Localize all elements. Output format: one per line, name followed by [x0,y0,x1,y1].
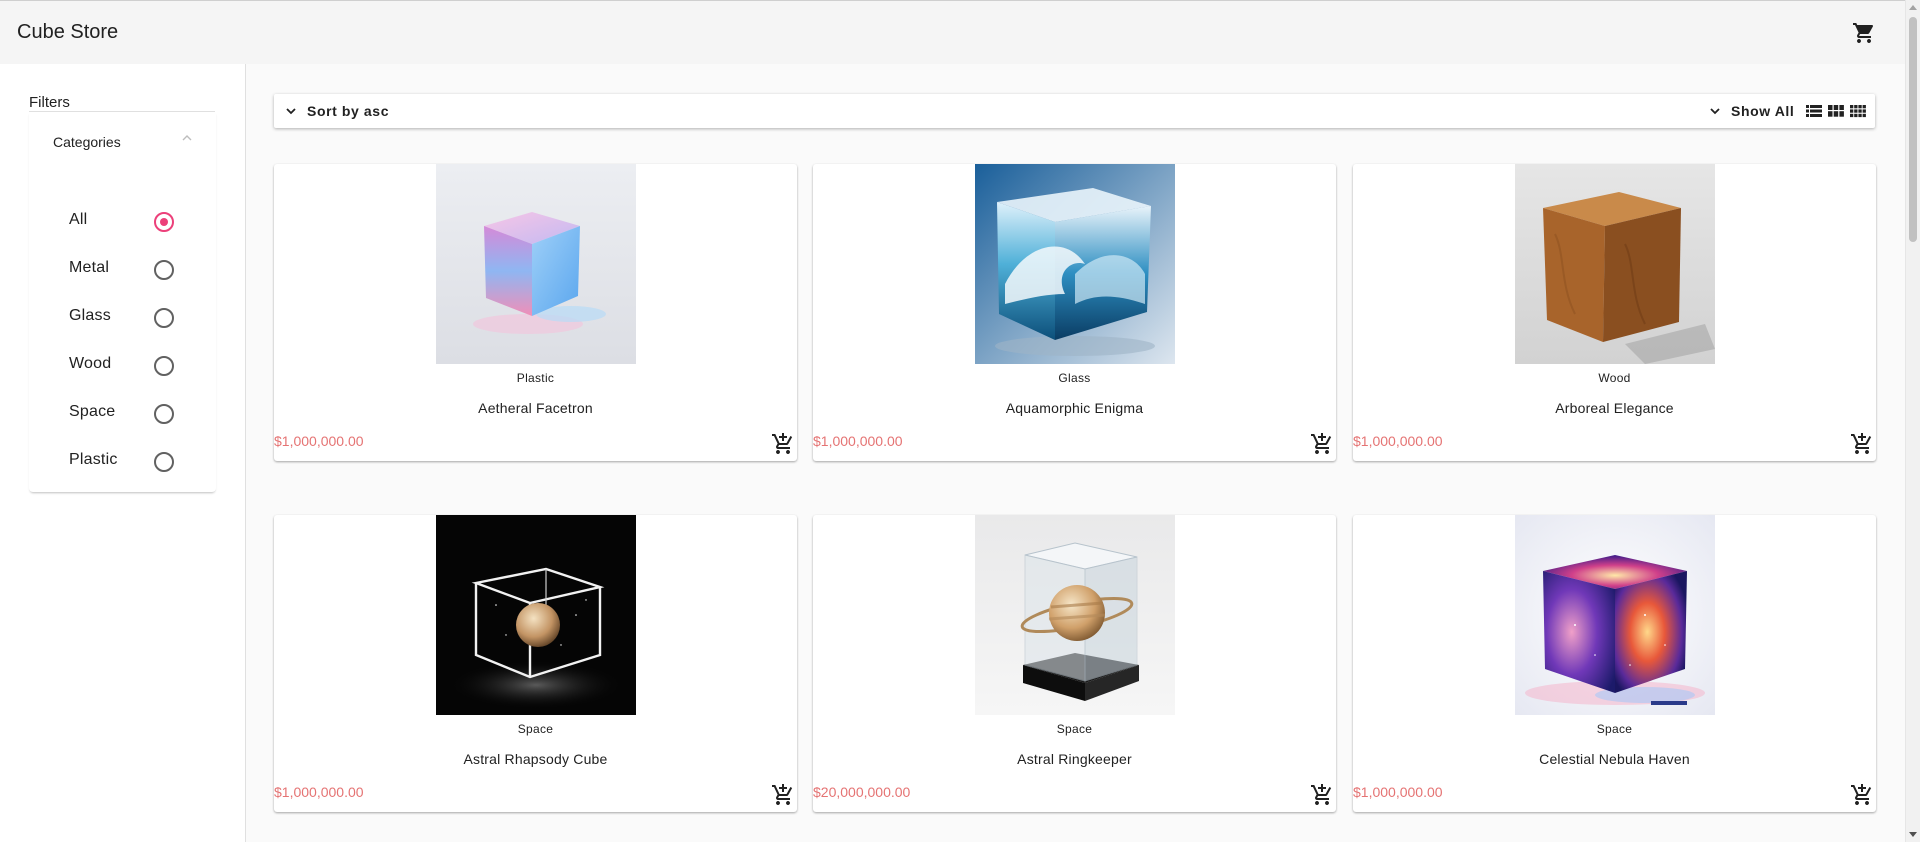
scroll-down-arrow-icon[interactable] [1909,832,1917,837]
scrollbar-thumb[interactable] [1909,17,1917,242]
add-shopping-cart-icon[interactable] [1310,783,1334,807]
view-list-icon[interactable] [1805,102,1823,120]
product-name[interactable]: Astral Ringkeeper [813,751,1336,767]
product-category: Plastic [516,371,555,385]
categories-panel: Categories All Metal Glass Wood Space Pl… [29,112,216,492]
app-bar: Cube Store [0,0,1905,64]
product-image[interactable] [975,164,1175,364]
sidebar: Filters Categories All Metal Glass Wood … [0,64,246,842]
product-card[interactable]: Space Astral Rhapsody Cube $1,000,000.00 [274,515,797,812]
category-label: All [69,211,88,228]
product-name[interactable]: Aetheral Facetron [274,400,797,416]
product-price: $1,000,000.00 [274,433,364,449]
product-price: $20,000,000.00 [813,784,911,800]
product-name[interactable]: Celestial Nebula Haven [1353,751,1876,767]
product-card[interactable]: Wood Arboreal Elegance $1,000,000.00 [1353,164,1876,461]
show-all-label: Show All [1731,103,1795,119]
product-card[interactable]: Space Astral Ringkeeper $20,000,000.00 [813,515,1336,812]
product-category: Glass [1058,371,1091,385]
view-comfy-icon[interactable] [1849,102,1867,120]
product-category: Space [1596,722,1633,736]
product-price: $1,000,000.00 [1353,433,1443,449]
category-label: Space [69,403,116,420]
product-card[interactable]: Plastic Aetheral Facetron $1,000,000.00 [274,164,797,461]
product-category: Space [517,722,554,736]
product-image[interactable] [436,515,636,715]
product-name[interactable]: Arboreal Elegance [1353,400,1876,416]
category-label: Glass [69,307,111,324]
product-name[interactable]: Aquamorphic Enigma [813,400,1336,416]
product-card[interactable]: Glass Aquamorphic Enigma $1,000,000.00 [813,164,1336,461]
add-shopping-cart-icon[interactable] [1850,432,1874,456]
shopping-cart-icon[interactable] [1852,21,1876,45]
show-all-button[interactable]: Show All [1708,94,1794,128]
add-shopping-cart-icon[interactable] [771,432,795,456]
radio-unselected[interactable] [154,452,174,472]
app-title[interactable]: Cube Store [17,21,118,44]
radio-selected[interactable] [154,212,174,232]
product-category: Wood [1598,371,1631,385]
categories-title[interactable]: Categories [53,134,121,150]
radio-unselected[interactable] [154,356,174,376]
category-option-glass[interactable]: Glass [29,297,216,337]
product-category: Space [1056,722,1093,736]
add-shopping-cart-icon[interactable] [1850,783,1874,807]
add-shopping-cart-icon[interactable] [771,783,795,807]
radio-unselected[interactable] [154,404,174,424]
product-image[interactable] [1515,515,1715,715]
page-scrollbar[interactable] [1905,0,1920,842]
category-option-all[interactable]: All [29,201,216,241]
sort-label: Sort by asc [307,103,390,119]
product-image[interactable] [436,164,636,364]
product-price: $1,000,000.00 [813,433,903,449]
category-label: Wood [69,355,112,372]
product-price: $1,000,000.00 [1353,784,1443,800]
sort-button[interactable]: Sort by asc [284,94,389,128]
category-label: Plastic [69,451,118,468]
product-image[interactable] [1515,164,1715,364]
category-option-plastic[interactable]: Plastic [29,441,216,481]
category-option-metal[interactable]: Metal [29,249,216,289]
filters-title: Filters [29,94,70,111]
product-image[interactable] [975,515,1175,715]
product-card[interactable]: Space Celestial Nebula Haven $1,000,000.… [1353,515,1876,812]
product-price: $1,000,000.00 [274,784,364,800]
category-option-space[interactable]: Space [29,393,216,433]
chevron-down-icon [286,108,296,115]
view-toggle-group [1805,102,1867,120]
chevron-down-icon [1710,108,1720,115]
category-label: Metal [69,259,110,276]
product-toolbar: Sort by asc Show All [274,94,1875,128]
chevron-up-icon[interactable] [180,131,194,145]
scroll-up-arrow-icon[interactable] [1909,5,1917,10]
view-module-icon[interactable] [1827,102,1845,120]
radio-unselected[interactable] [154,308,174,328]
add-shopping-cart-icon[interactable] [1310,432,1334,456]
product-name[interactable]: Astral Rhapsody Cube [274,751,797,767]
radio-unselected[interactable] [154,260,174,280]
category-option-wood[interactable]: Wood [29,345,216,385]
